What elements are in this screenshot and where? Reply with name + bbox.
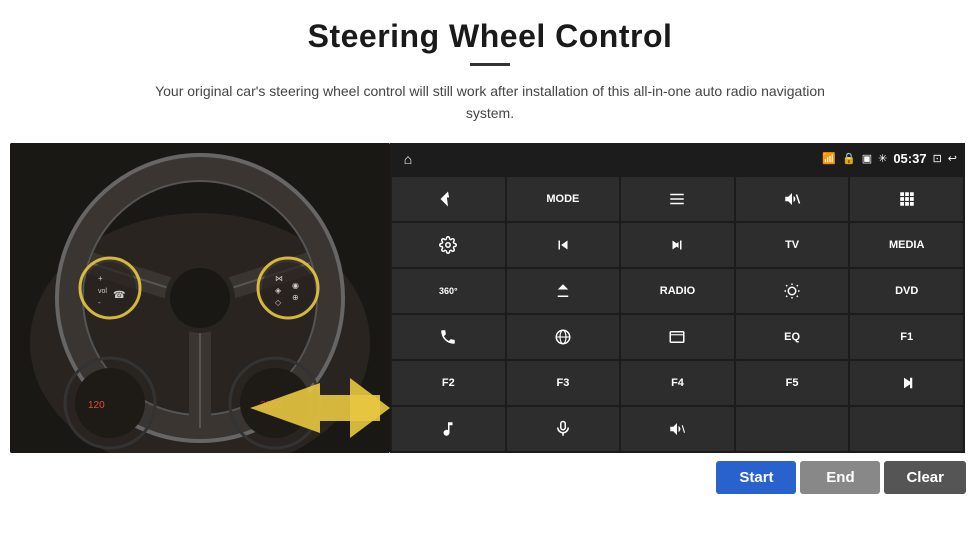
svg-text:120: 120 — [88, 400, 105, 411]
bluetooth-icon: ✳ — [878, 152, 887, 165]
status-bar-left: ⌂ — [398, 149, 418, 169]
status-bar: ⌂ 📶 🔒 ▣ ✳ 05:37 ⊡ ↩ — [390, 143, 965, 175]
mode-btn[interactable]: MODE — [507, 177, 620, 221]
home-icon: ⌂ — [398, 149, 418, 169]
svg-text:☎: ☎ — [113, 290, 125, 301]
vol-call-btn[interactable] — [621, 407, 734, 451]
f1-btn[interactable]: F1 — [850, 315, 963, 359]
apps-btn[interactable] — [850, 177, 963, 221]
start-button[interactable]: Start — [716, 461, 796, 494]
steering-wheel-image: + vol - ☎ ⋈ ◈ ◇ ◉ ⊕ 120 — [10, 143, 390, 453]
list-btn[interactable] — [621, 177, 734, 221]
f2-btn[interactable]: F2 — [392, 361, 505, 405]
globe-btn[interactable] — [507, 315, 620, 359]
f4-btn[interactable]: F4 — [621, 361, 734, 405]
lock-icon: 🔒 — [842, 152, 856, 165]
title-underline — [470, 63, 510, 66]
button-grid: MODE TV — [390, 175, 965, 453]
next-btn[interactable] — [621, 223, 734, 267]
media-btn[interactable]: MEDIA — [850, 223, 963, 267]
phone-btn[interactable] — [392, 315, 505, 359]
back-icon: ↩ — [948, 152, 957, 165]
bottom-buttons: Start End Clear — [10, 453, 970, 498]
content-row: + vol - ☎ ⋈ ◈ ◇ ◉ ⊕ 120 — [10, 143, 970, 453]
mic-btn[interactable] — [507, 407, 620, 451]
cam360-btn[interactable]: 360° — [392, 269, 505, 313]
f3-btn[interactable]: F3 — [507, 361, 620, 405]
page-container: Steering Wheel Control Your original car… — [0, 0, 980, 544]
tv-btn[interactable]: TV — [736, 223, 849, 267]
page-subtitle: Your original car's steering wheel contr… — [150, 80, 830, 125]
svg-text:⋈: ⋈ — [275, 274, 283, 283]
wifi-icon: 📶 — [822, 152, 836, 165]
svg-text:◉: ◉ — [292, 281, 299, 290]
svg-text:◈: ◈ — [275, 286, 282, 295]
radio-btn[interactable]: RADIO — [621, 269, 734, 313]
sim-icon: ▣ — [862, 152, 872, 165]
f5-btn[interactable]: F5 — [736, 361, 849, 405]
svg-text:◇: ◇ — [275, 298, 282, 307]
eq-btn[interactable]: EQ — [736, 315, 849, 359]
prev-btn[interactable] — [507, 223, 620, 267]
window-btn[interactable] — [621, 315, 734, 359]
svg-text:⊕: ⊕ — [292, 293, 299, 302]
svg-text:vol: vol — [98, 288, 107, 295]
head-unit-panel: ⌂ 📶 🔒 ▣ ✳ 05:37 ⊡ ↩ — [390, 143, 965, 453]
page-title: Steering Wheel Control — [308, 18, 673, 55]
clock-display: 05:37 — [893, 151, 926, 166]
svg-text:-: - — [98, 298, 101, 307]
svg-text:+: + — [98, 274, 103, 283]
clear-button[interactable]: Clear — [884, 461, 966, 494]
music-btn[interactable] — [392, 407, 505, 451]
mute-btn[interactable] — [736, 177, 849, 221]
status-bar-right: 📶 🔒 ▣ ✳ 05:37 ⊡ ↩ — [822, 151, 957, 166]
nav-btn[interactable] — [392, 177, 505, 221]
dvd-btn[interactable]: DVD — [850, 269, 963, 313]
empty-btn-2[interactable] — [850, 407, 963, 451]
empty-btn-1[interactable] — [736, 407, 849, 451]
playpause-btn[interactable] — [850, 361, 963, 405]
screen-icon: ⊡ — [933, 152, 942, 165]
settings-btn[interactable] — [392, 223, 505, 267]
end-button[interactable]: End — [800, 461, 880, 494]
brightness-btn[interactable] — [736, 269, 849, 313]
eject-btn[interactable] — [507, 269, 620, 313]
